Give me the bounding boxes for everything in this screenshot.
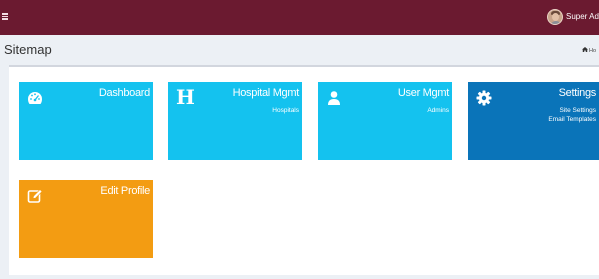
tile-title: User Mgmt: [397, 87, 449, 99]
link-site-settings[interactable]: Site Settings: [548, 106, 597, 115]
content-header: Sitemap Ho: [0, 35, 599, 65]
link-hospitals[interactable]: Hospitals: [272, 106, 299, 115]
page-title: Sitemap: [4, 42, 52, 57]
user-icon: [328, 91, 340, 105]
avatar: [547, 9, 563, 25]
link-email-templates[interactable]: Email Templates: [548, 115, 596, 124]
tile-title: Dashboard: [98, 87, 150, 99]
link-admins[interactable]: Admins: [427, 106, 449, 115]
breadcrumb[interactable]: Ho: [582, 47, 596, 54]
tile-title: Hospital Mgmt: [232, 87, 300, 99]
tile-edit-profile[interactable]: Edit Profile: [19, 180, 153, 258]
home-icon: [582, 47, 588, 52]
gear-icon: [476, 90, 492, 106]
tile-dashboard[interactable]: Dashboard: [19, 82, 153, 160]
tile-title: Settings: [558, 87, 597, 99]
tile-settings[interactable]: Settings Site Settings Email Templates: [468, 82, 599, 160]
hamburger-icon[interactable]: [2, 9, 12, 23]
tile-user-mgmt[interactable]: User Mgmt Admins: [318, 82, 452, 160]
breadcrumb-home-link[interactable]: Ho: [589, 48, 596, 54]
tile-title: Edit Profile: [100, 185, 150, 197]
dashboard-icon: [28, 92, 42, 104]
tile-hospital-mgmt[interactable]: H Hospital Mgmt Hospitals: [168, 82, 302, 160]
edit-icon: [27, 189, 43, 203]
hospital-icon: H: [176, 85, 195, 109]
top-navbar: Super Adm: [0, 0, 599, 35]
user-name: Super Adm: [566, 12, 599, 21]
